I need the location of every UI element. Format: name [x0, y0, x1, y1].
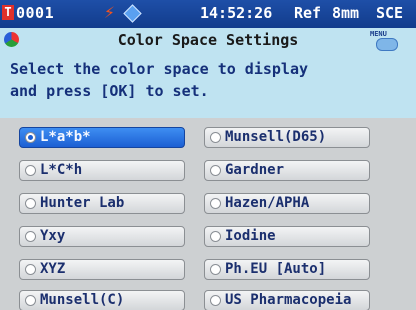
option-label: L*a*b* — [40, 129, 91, 145]
option-hunter-lab[interactable]: Hunter Lab — [19, 193, 185, 214]
connection-icon — [123, 4, 142, 23]
option-label: Munsell(D65) — [225, 129, 327, 145]
option-label: L*C*h — [40, 162, 83, 178]
menu-icon[interactable]: MENU — [370, 30, 410, 51]
option-lch[interactable]: L*C*h — [19, 160, 185, 181]
radio-icon — [210, 132, 221, 143]
option-hazen-apha[interactable]: Hazen/APHA — [204, 193, 370, 214]
option-label: Iodine — [225, 228, 276, 244]
page-title: Color Space Settings — [117, 31, 299, 49]
measurement-mode: Ref — [294, 4, 322, 22]
radio-icon — [210, 295, 221, 306]
option-lab[interactable]: L*a*b* — [19, 127, 185, 148]
aperture-size: 8mm — [332, 4, 360, 22]
option-label: Hazen/APHA — [225, 195, 310, 211]
radio-icon — [210, 165, 221, 176]
status-bar: T 0001 ⚡ 14:52:26 Ref 8mm SCE — [0, 0, 416, 28]
option-iodine[interactable]: Iodine — [204, 226, 370, 247]
radio-icon — [25, 231, 36, 242]
radio-icon — [210, 231, 221, 242]
option-yxy[interactable]: Yxy — [19, 226, 185, 247]
option-label: Munsell(C) — [40, 292, 125, 308]
device-id: 0001 — [16, 4, 55, 22]
menu-pad-icon — [376, 38, 398, 51]
clock: 14:52:26 — [200, 4, 273, 22]
specular-mode: SCE — [376, 4, 404, 22]
menu-label: MENU — [370, 30, 387, 38]
title-bar: Color Space Settings MENU — [0, 28, 416, 52]
color-space-settings-screen: T 0001 ⚡ 14:52:26 Ref 8mm SCE Color Spac… — [0, 0, 416, 310]
instruction-panel: Select the color space to display and pr… — [0, 52, 416, 118]
option-xyz[interactable]: XYZ — [19, 259, 185, 280]
option-label: Hunter Lab — [40, 195, 125, 211]
option-munsell-c[interactable]: Munsell(C) — [19, 290, 185, 310]
radio-icon — [25, 198, 36, 209]
radio-icon — [210, 264, 221, 275]
radio-icon — [210, 198, 221, 209]
option-us-pharmacopeia[interactable]: US Pharmacopeia — [204, 290, 370, 310]
option-label: XYZ — [40, 261, 66, 277]
radio-icon — [25, 295, 36, 306]
option-ph-eu-auto[interactable]: Ph.EU [Auto] — [204, 259, 370, 280]
option-label: US Pharmacopeia — [225, 292, 352, 308]
option-label: Gardner — [225, 162, 285, 178]
device-badge-icon: T — [2, 5, 14, 20]
color-space-options: L*a*b* Munsell(D65) L*C*h Gardner Hunter… — [0, 118, 416, 310]
radio-selected-icon — [25, 132, 36, 143]
power-bolt-icon: ⚡ — [104, 2, 115, 23]
option-label: Ph.EU [Auto] — [225, 261, 327, 277]
radio-icon — [25, 165, 36, 176]
instruction-line-2: and press [OK] to set. — [10, 82, 209, 100]
option-gardner[interactable]: Gardner — [204, 160, 370, 181]
radio-icon — [25, 264, 36, 275]
instruction-line-1: Select the color space to display — [10, 60, 309, 78]
option-label: Yxy — [40, 228, 66, 244]
option-munsell-d65[interactable]: Munsell(D65) — [204, 127, 370, 148]
